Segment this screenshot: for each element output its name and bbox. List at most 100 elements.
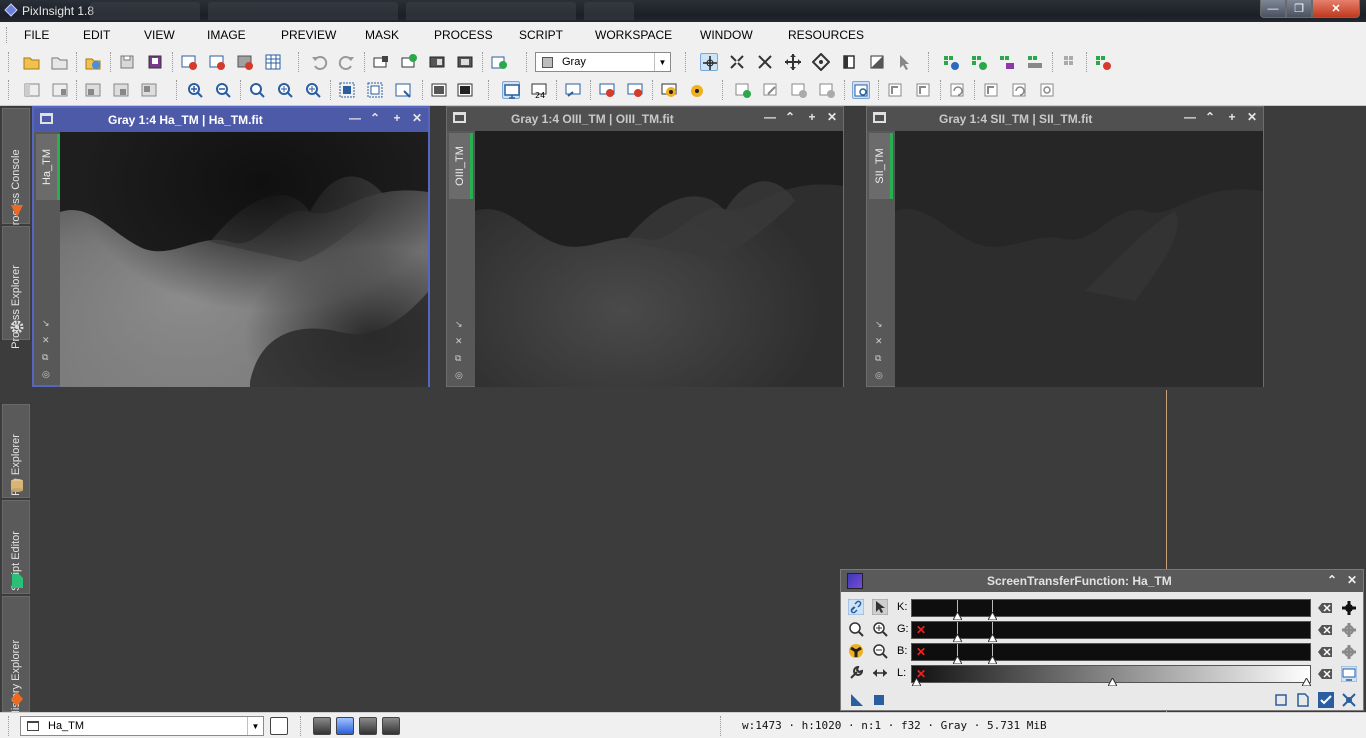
pan-mode-icon[interactable] xyxy=(784,53,802,71)
mask-enable-icon[interactable] xyxy=(852,81,870,99)
image-window-title-bar[interactable]: Gray 1:4 OIII_TM | OIII_TM.fit — ⌃ + ✕ xyxy=(447,107,843,131)
mask-select-icon[interactable] xyxy=(982,81,1000,99)
mask-invert-icon[interactable] xyxy=(818,81,836,99)
hide-icons-icon[interactable] xyxy=(1062,53,1080,71)
stf-title-bar[interactable]: ScreenTransferFunction: Ha_TM ⌃ ✕ xyxy=(841,570,1363,592)
target-small-icon[interactable]: ◎ xyxy=(875,370,885,380)
pin-icon[interactable]: ↘ xyxy=(455,319,465,329)
auto-stretch-icon[interactable] xyxy=(660,81,678,99)
explorer-icon[interactable] xyxy=(23,81,41,99)
document-icon[interactable] xyxy=(1295,692,1311,708)
shade-icon[interactable]: — xyxy=(348,111,362,127)
close-icon[interactable]: ✕ xyxy=(410,111,424,127)
image-window-ha[interactable]: Gray 1:4 Ha_TM | Ha_TM.fit — ⌃ + ✕ Ha_TM… xyxy=(32,106,430,387)
new-instance-icon[interactable] xyxy=(849,692,865,708)
zoom-fit-icon[interactable] xyxy=(276,81,294,99)
menu-script[interactable]: SCRIPT xyxy=(519,28,563,42)
tab-process-console[interactable]: Process Console xyxy=(2,108,30,233)
zoom-out-icon[interactable] xyxy=(214,81,232,99)
mask-link-small-icon[interactable]: ✕ xyxy=(455,336,465,346)
collapse-icon[interactable]: ⌃ xyxy=(368,111,382,127)
close-icon[interactable]: ✕ xyxy=(1347,573,1357,587)
mask-target-icon[interactable] xyxy=(1038,81,1056,99)
zoom-in-icon[interactable] xyxy=(186,81,204,99)
clone-view-icon[interactable]: ⧉ xyxy=(455,353,465,363)
menu-window[interactable]: WINDOW xyxy=(700,28,753,42)
fit-view-alt-icon[interactable] xyxy=(366,81,384,99)
auto-stretch-boost-icon[interactable] xyxy=(688,81,706,99)
process-icons-icon[interactable] xyxy=(998,53,1016,71)
color-space-select[interactable]: Gray ▼ xyxy=(535,52,671,72)
channel-dark-button[interactable] xyxy=(359,717,377,735)
view-tab[interactable]: SII_TM xyxy=(869,133,893,199)
close-image-icon[interactable] xyxy=(180,53,198,71)
close-all-icon[interactable] xyxy=(208,53,226,71)
readout-mode-icon[interactable] xyxy=(700,53,718,71)
explorer-alt-icon[interactable] xyxy=(51,81,69,99)
mask-edit-icon[interactable] xyxy=(762,81,780,99)
close-icon[interactable]: ✕ xyxy=(825,110,839,126)
open-url-icon[interactable] xyxy=(84,53,102,71)
apply-check-icon[interactable] xyxy=(1318,692,1334,708)
target-small-icon[interactable]: ◎ xyxy=(42,369,52,379)
mask-history-icon[interactable] xyxy=(948,81,966,99)
target-small-icon[interactable]: ◎ xyxy=(455,370,465,380)
open-file-icon[interactable] xyxy=(23,53,41,71)
pin-icon[interactable]: ↘ xyxy=(875,319,885,329)
stf-reset-icon[interactable] xyxy=(598,81,616,99)
screen-transfer-icon[interactable] xyxy=(502,81,520,99)
star-cross-icon[interactable] xyxy=(1341,644,1357,660)
mask-show-icon[interactable] xyxy=(790,81,808,99)
preview-mode-icon[interactable] xyxy=(428,53,446,71)
histogram-slider-b[interactable] xyxy=(911,643,1311,664)
menu-process[interactable]: PROCESS xyxy=(434,28,493,42)
stf-reset-all-icon[interactable] xyxy=(626,81,644,99)
stf-auto-icon[interactable] xyxy=(564,81,582,99)
clone-view-icon[interactable]: ⧉ xyxy=(875,353,885,363)
zoom-1-1-icon[interactable] xyxy=(248,81,266,99)
menu-file[interactable]: FILE xyxy=(24,28,49,42)
process-container-icon[interactable] xyxy=(942,53,960,71)
intensity-icon[interactable] xyxy=(430,81,448,99)
menu-view[interactable]: VIEW xyxy=(144,28,175,42)
mask-link-icon[interactable] xyxy=(914,81,932,99)
tab-process-explorer[interactable]: Process Explorer xyxy=(2,226,30,349)
tab-history-explorer[interactable]: History Explorer xyxy=(2,596,30,718)
star-cross-icon[interactable] xyxy=(1341,600,1357,616)
zoom-fit-window-icon[interactable] xyxy=(304,81,322,99)
zoom-in-mode-icon[interactable] xyxy=(728,53,746,71)
tab-file-explorer[interactable]: File Explorer xyxy=(2,404,30,498)
mask-link-small-icon[interactable]: ✕ xyxy=(875,336,885,346)
dynamic-operation-icon[interactable] xyxy=(868,53,886,71)
menu-mask[interactable]: MASK xyxy=(365,28,399,42)
clear-icon[interactable] xyxy=(1317,644,1333,660)
save-as-icon[interactable] xyxy=(146,53,164,71)
star-cross-icon[interactable] xyxy=(1341,622,1357,638)
minimize-button[interactable]: — xyxy=(1260,0,1286,18)
new-preview-icon[interactable] xyxy=(372,53,390,71)
view-selector[interactable]: Ha_TM ▼ xyxy=(20,716,264,736)
add-process-icon[interactable] xyxy=(970,53,988,71)
browse-doc-icon[interactable] xyxy=(1273,692,1289,708)
menu-resources[interactable]: RESOURCES xyxy=(788,28,864,42)
maximize-icon[interactable]: + xyxy=(805,110,819,126)
undo-icon[interactable] xyxy=(310,53,328,71)
menu-image[interactable]: IMAGE xyxy=(207,28,246,42)
frame-icon[interactable] xyxy=(270,717,288,735)
image-window-title-bar[interactable]: Gray 1:4 SII_TM | SII_TM.fit — ⌃ + ✕ xyxy=(867,107,1263,131)
clear-icon[interactable] xyxy=(1317,600,1333,616)
channel-icon[interactable] xyxy=(456,81,474,99)
add-preview-icon[interactable] xyxy=(400,53,418,71)
zoom-out-mode-icon[interactable] xyxy=(756,53,774,71)
histogram-slider-g[interactable] xyxy=(911,621,1311,642)
image-canvas-ha[interactable] xyxy=(60,132,428,387)
shade-icon[interactable]: — xyxy=(1183,110,1197,126)
mask-remove-icon[interactable] xyxy=(886,81,904,99)
collapse-icon[interactable]: ⌃ xyxy=(1327,573,1337,587)
mask-link-small-icon[interactable]: ✕ xyxy=(42,335,52,345)
view-2-icon[interactable] xyxy=(112,81,130,99)
clear-icon[interactable] xyxy=(1317,622,1333,638)
zoom-window-icon[interactable] xyxy=(394,81,412,99)
process-list-icon[interactable] xyxy=(1026,53,1044,71)
delete-icons-icon[interactable] xyxy=(1094,53,1112,71)
